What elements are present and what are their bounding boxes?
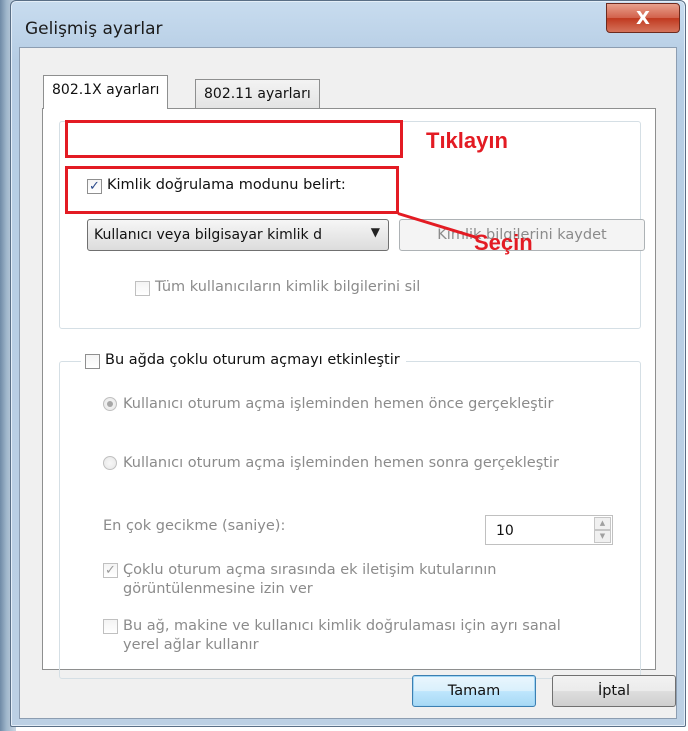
- radio-icon: [103, 397, 117, 411]
- checkbox-icon: [135, 281, 150, 296]
- enable-sso-label: Bu ağda çoklu oturum açmayı etkinleştir: [105, 352, 400, 368]
- auth-mode-dropdown[interactable]: Kullanıcı veya bilgisayar kimlik d ▼: [87, 219, 389, 251]
- after-logon-radio[interactable]: Kullanıcı oturum açma işleminden hemen s…: [103, 455, 559, 471]
- tab-8021x-settings[interactable]: 802.1X ayarları: [43, 75, 169, 109]
- spinner-arrows[interactable]: ▲ ▼: [594, 517, 611, 543]
- spin-up-icon[interactable]: ▲: [594, 517, 611, 530]
- cancel-button[interactable]: İptal: [552, 675, 676, 707]
- after-logon-label: Kullanıcı oturum açma işleminden hemen s…: [123, 455, 559, 471]
- checkbox-icon: [103, 619, 118, 634]
- ok-button[interactable]: Tamam: [412, 675, 536, 707]
- advanced-settings-dialog: Gelişmiş ayarlar X 802.1X ayarları 802.1…: [10, 0, 686, 727]
- max-delay-spinner[interactable]: 10 ▲ ▼: [485, 515, 613, 545]
- before-logon-radio[interactable]: Kullanıcı oturum açma işleminden hemen ö…: [103, 396, 553, 412]
- spin-down-icon[interactable]: ▼: [594, 530, 611, 543]
- select-annotation: Seçin: [474, 230, 533, 255]
- delete-all-credentials-label: Tüm kullanıcıların kimlik bilgilerini si…: [155, 279, 421, 295]
- allow-dialogs-line-2: görüntülenmesine izin ver: [123, 581, 313, 597]
- enable-sso-checkbox[interactable]: Bu ağda çoklu oturum açmayı etkinleştir: [81, 352, 406, 369]
- checkbox-icon: [85, 354, 100, 369]
- highlight-checkbox-box: [65, 120, 403, 158]
- separate-vlan-line-2: yerel ağlar kullanır: [123, 637, 259, 653]
- chevron-down-icon: ▼: [370, 225, 380, 239]
- click-annotation: Tıklayın: [426, 128, 508, 153]
- close-button[interactable]: X: [606, 3, 680, 33]
- window-title: Gelişmiş ayarlar: [25, 19, 163, 39]
- checkbox-icon: ✓: [103, 563, 118, 578]
- allow-dialogs-checkbox[interactable]: ✓ Çoklu oturum açma sırasında ek iletişi…: [103, 561, 497, 599]
- auth-mode-value: Kullanıcı veya bilgisayar kimlik d: [94, 227, 322, 243]
- separate-vlan-label: Bu ağ, makine ve kullanıcı kimlik doğrul…: [123, 617, 561, 655]
- radio-icon: [103, 456, 117, 470]
- highlight-dropdown-box: [65, 166, 399, 214]
- tab-80211-settings[interactable]: 802.11 ayarları: [195, 79, 320, 109]
- max-delay-value: 10: [496, 523, 514, 539]
- before-logon-label: Kullanıcı oturum açma işleminden hemen ö…: [123, 396, 554, 412]
- allow-dialogs-label: Çoklu oturum açma sırasında ek iletişim …: [123, 561, 497, 599]
- delete-all-credentials-checkbox[interactable]: Tüm kullanıcıların kimlik bilgilerini si…: [135, 279, 420, 296]
- separate-vlan-checkbox[interactable]: Bu ağ, makine ve kullanıcı kimlik doğrul…: [103, 617, 561, 655]
- allow-dialogs-line-1: Çoklu oturum açma sırasında ek iletişim …: [123, 562, 497, 578]
- separate-vlan-line-1: Bu ağ, makine ve kullanıcı kimlik doğrul…: [123, 618, 561, 634]
- max-delay-label: En çok gecikme (saniye):: [103, 518, 286, 534]
